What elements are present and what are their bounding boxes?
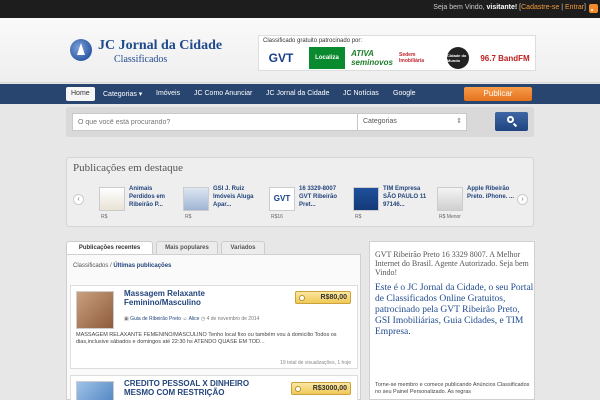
nav-categorias-label: Categorias: [103, 91, 137, 98]
featured-item-price: R$: [101, 214, 108, 220]
featured-item-title[interactable]: 16 3329-8007 GVT Ribeirão Pret...: [299, 185, 349, 209]
nav-categorias[interactable]: Categorias ▾: [98, 87, 147, 101]
chevron-down-icon: ▾: [136, 91, 143, 98]
featured-item[interactable]: GSI J. Ruiz Imóveis Aluga Apar... R$: [183, 185, 263, 225]
listing-category-link[interactable]: Guia de Ribeirão Preto: [130, 316, 181, 322]
top-bar: Seja bem Vindo, visitante! [Cadastre-se …: [0, 0, 600, 18]
featured-item[interactable]: GVT 16 3329-8007 GVT Ribeirão Pret... R$…: [269, 185, 349, 225]
featured-item-price: R$ Menor: [439, 214, 461, 220]
featured-thumbnail: [353, 187, 379, 211]
featured-thumbnail: GVT: [269, 187, 295, 211]
sponsor-caption: Classificado gratuito patrocinado por:: [263, 38, 363, 44]
username: visitante!: [486, 4, 518, 11]
logo-title[interactable]: JC Jornal da Cidade: [98, 38, 222, 54]
login-link[interactable]: Entrar: [565, 4, 584, 11]
featured-item[interactable]: TIM Empresa SÃO PAULO 11 97146... R$: [353, 185, 433, 225]
listing-card: Massagem Relaxante Feminino/Masculino R$…: [70, 285, 358, 369]
featured-item-price: R$: [185, 214, 192, 220]
sidebar-headline: GVT Ribeirão Preto 16 3329 8007. A Melho…: [375, 250, 529, 277]
featured-thumbnail: [99, 187, 125, 211]
featured-item[interactable]: Apple Ribeirão Preto. iPhone. ... R$ Men…: [437, 185, 517, 225]
breadcrumb-root[interactable]: Classificados: [73, 263, 108, 269]
tab-recentes[interactable]: Publicações recentes: [66, 241, 153, 254]
listing-thumbnail[interactable]: [76, 291, 114, 329]
main-nav: Home Categorias ▾ Imóveis JC Como Anunci…: [0, 84, 600, 104]
sidebar: GVT Ribeirão Preto 16 3329 8007. A Melho…: [369, 241, 535, 400]
listing-author-link[interactable]: Alice: [189, 316, 200, 322]
rss-icon[interactable]: [589, 4, 598, 13]
sponsor-logo-ativa[interactable]: ATIVA seminovos: [351, 47, 393, 69]
listing-meta: ▣ Guia de Ribeirão Preto ☺ Alice ◷ 4 de …: [124, 316, 259, 322]
category-select-value: Categorias: [363, 118, 397, 125]
featured-item[interactable]: Animais Perdidos em Ribeirão P... R$: [99, 185, 179, 225]
nav-como-anunciar[interactable]: JC Como Anunciar: [189, 87, 257, 101]
listing-thumbnail[interactable]: [76, 381, 114, 400]
featured-item-title[interactable]: TIM Empresa SÃO PAULO 11 97146...: [383, 185, 433, 209]
sponsor-logo-bandfm[interactable]: 96.7 BandFM: [479, 47, 531, 69]
logo-subtitle: Classificados: [114, 54, 168, 65]
search-button[interactable]: [495, 112, 528, 131]
carousel-prev-icon[interactable]: ‹: [73, 194, 84, 205]
breadcrumb-current: Últimas publicações: [113, 263, 172, 269]
bracket-close: ]: [584, 4, 586, 11]
sponsor-banner: Classificado gratuito patrocinado por: G…: [258, 35, 536, 71]
listing-views: 19 total de visualizações, 1 hoje: [280, 360, 351, 366]
sidebar-footer: Torne-se membro e comece publicando Anún…: [375, 382, 530, 395]
nav-google[interactable]: Google: [388, 87, 421, 101]
listing-title[interactable]: Massagem Relaxante Feminino/Masculino: [124, 289, 244, 307]
publish-button[interactable]: Publicar: [464, 87, 532, 101]
featured-section: Publicações em destaque ‹ › Animais Perd…: [66, 157, 534, 227]
listing-date: 4 de novembro de 2014: [206, 316, 260, 322]
logo-icon[interactable]: [70, 39, 92, 61]
sponsor-logo-gvt[interactable]: GVT: [263, 47, 299, 69]
breadcrumb: Classificados / Últimas publicações: [73, 263, 171, 269]
search-bar: Categorias ⇕: [66, 107, 534, 137]
featured-item-price: R$: [355, 214, 362, 220]
listing-title[interactable]: CREDITO PESSOAL X DINHEIRO MESMO COM RES…: [124, 379, 264, 397]
featured-thumbnail: [437, 187, 463, 211]
carousel-next-icon[interactable]: ›: [517, 194, 528, 205]
sponsor-logo-sedem[interactable]: Sedem Imobiliária: [399, 47, 439, 69]
select-arrow-icon: ⇕: [456, 118, 462, 125]
listing-panel: Classificados / Últimas publicações Mass…: [66, 254, 361, 400]
welcome-label: Seja bem Vindo,: [433, 4, 485, 11]
featured-item-title[interactable]: GSI J. Ruiz Imóveis Aluga Apar...: [213, 185, 263, 209]
featured-item-title[interactable]: Apple Ribeirão Preto. iPhone. ...: [467, 185, 517, 201]
price-tag: R$3000,00: [291, 382, 351, 395]
listing-description: MASSAGEM RELAXANTE FEMENINO/MASCULINO Te…: [76, 332, 337, 345]
nav-imoveis[interactable]: Imóveis: [151, 87, 185, 101]
search-icon: [507, 116, 514, 123]
sidebar-body: Este é o JC Jornal da Cidade, o seu Port…: [375, 283, 534, 337]
price-tag: R$80,00: [295, 291, 351, 304]
featured-item-price: R$16: [271, 214, 283, 220]
sponsor-logo-localiza[interactable]: Localiza: [309, 47, 345, 69]
header: JC Jornal da Cidade Classificados Classi…: [0, 18, 600, 83]
listing-card: CREDITO PESSOAL X DINHEIRO MESMO COM RES…: [70, 375, 358, 400]
tab-populares[interactable]: Mais populares: [156, 241, 218, 254]
featured-title: Publicações em destaque: [73, 162, 183, 174]
category-select[interactable]: Categorias ⇕: [357, 113, 467, 131]
welcome-text: Seja bem Vindo, visitante! [Cadastre-se …: [433, 4, 586, 11]
featured-item-title[interactable]: Animais Perdidos em Ribeirão P...: [129, 185, 179, 209]
nav-jornal-da-cidade[interactable]: JC Jornal da Cidade: [261, 87, 334, 101]
tab-variados[interactable]: Variados: [221, 241, 265, 254]
register-link[interactable]: Cadastre-se: [521, 4, 559, 11]
sponsor-logo-cidade-do-mundo[interactable]: Cidade do Mundo: [447, 47, 469, 69]
nav-noticias[interactable]: JC Notícias: [338, 87, 384, 101]
search-input[interactable]: [72, 113, 372, 131]
featured-thumbnail: [183, 187, 209, 211]
nav-home[interactable]: Home: [66, 87, 95, 101]
